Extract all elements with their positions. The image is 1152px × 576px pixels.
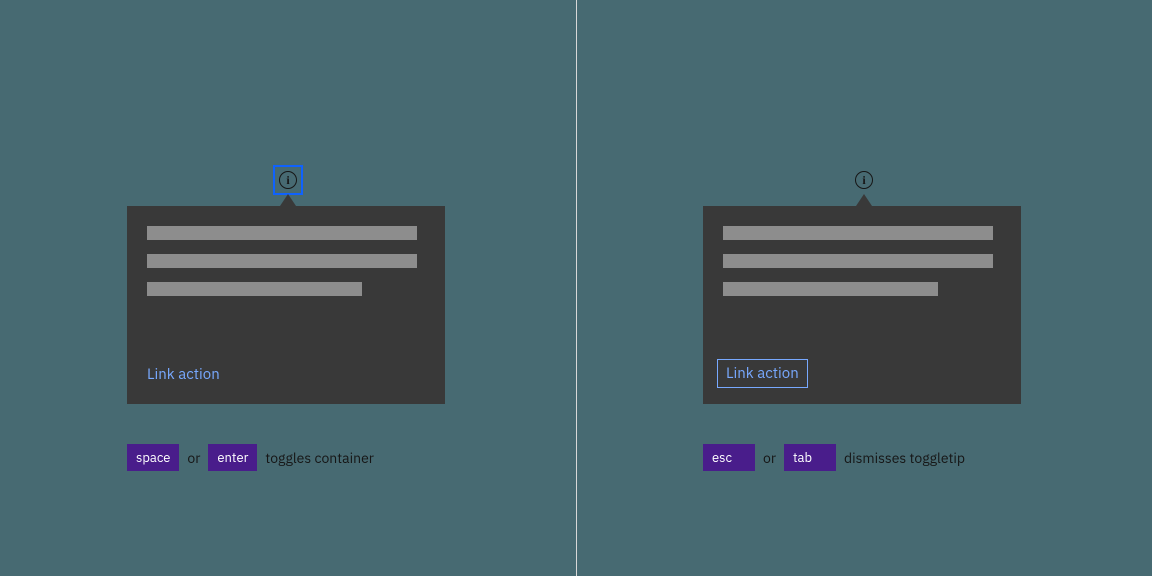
caption-tail: dismisses toggletip: [844, 449, 965, 467]
placeholder-text-line: [147, 254, 417, 268]
key-enter: enter: [208, 444, 257, 471]
caption-conjunction: or: [187, 449, 200, 467]
placeholder-text-line: [723, 226, 993, 240]
keyboard-caption: space or enter toggles container: [127, 444, 374, 471]
toggletip-popover: Link action: [703, 206, 1021, 404]
popover-caret: [280, 194, 296, 206]
popover-caret: [856, 194, 872, 206]
caption-tail: toggles container: [265, 449, 374, 467]
example-panel-left: i Link action space or enter toggles con…: [0, 0, 576, 576]
information-icon: i: [279, 171, 297, 189]
information-icon-glyph: i: [286, 174, 289, 186]
toggletip-trigger-wrap: i: [853, 169, 875, 191]
caption-conjunction: or: [763, 449, 776, 467]
key-tab: tab: [784, 444, 836, 471]
placeholder-text-line: [723, 254, 993, 268]
keyboard-caption: esc or tab dismisses toggletip: [703, 444, 965, 471]
toggletip-link-action[interactable]: Link action: [147, 367, 220, 382]
toggletip-popover: Link action: [127, 206, 445, 404]
placeholder-text-line: [147, 226, 417, 240]
key-esc: esc: [703, 444, 755, 471]
toggletip-trigger-wrap: i: [277, 169, 299, 191]
key-space: space: [127, 444, 179, 471]
placeholder-text-line: [147, 282, 362, 296]
information-icon: i: [855, 171, 873, 189]
toggletip-link-action[interactable]: Link action: [717, 359, 808, 388]
placeholder-text-line: [723, 282, 938, 296]
toggletip-trigger-button[interactable]: i: [853, 169, 875, 191]
toggletip-trigger-button[interactable]: i: [277, 169, 299, 191]
information-icon-glyph: i: [862, 174, 865, 186]
example-panel-right: i Link action esc or tab dismisses toggl…: [576, 0, 1152, 576]
